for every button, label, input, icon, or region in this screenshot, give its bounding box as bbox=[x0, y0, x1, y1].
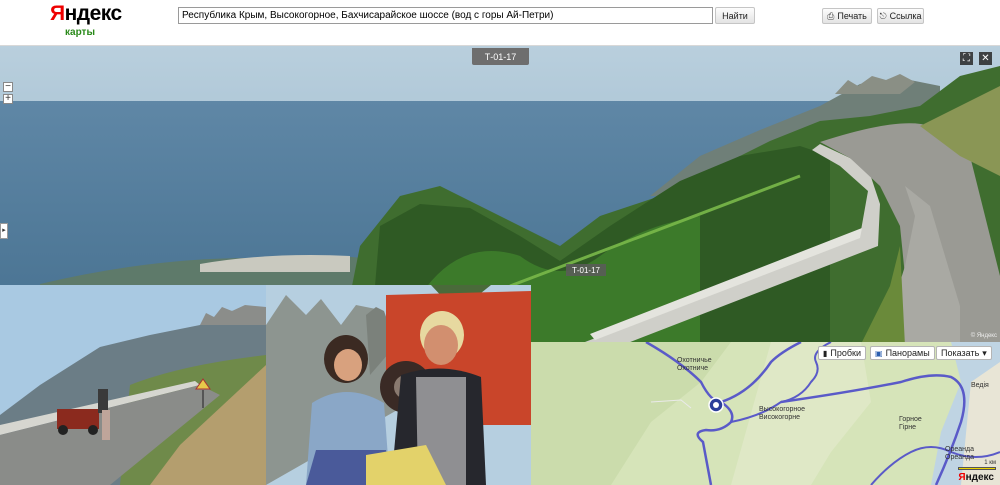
zoom-out-button[interactable]: − bbox=[3, 82, 13, 92]
movie-still-couple-image bbox=[266, 285, 531, 485]
panoramas-button-label: Панорамы bbox=[885, 348, 930, 358]
panorama-road-label[interactable]: Т-01-17 bbox=[566, 264, 606, 276]
logo-subtitle: карты bbox=[65, 27, 95, 38]
panorama-copyright: © Яндекс bbox=[970, 333, 997, 339]
print-button-label: Печать bbox=[837, 11, 867, 21]
map-label-vrezha: Ведія bbox=[971, 382, 989, 389]
find-button-label: Найти bbox=[722, 10, 748, 21]
mini-map[interactable]: ▮ Пробки ▣ Панорамы Показать ▾ Охотничье… bbox=[531, 342, 1000, 485]
movie-still-car bbox=[0, 285, 266, 485]
search-input[interactable] bbox=[178, 7, 713, 24]
find-button[interactable]: Найти bbox=[715, 7, 755, 24]
panoramas-button[interactable]: ▣ Панорамы bbox=[870, 346, 935, 360]
map-label-gornoe: Горное Гірне bbox=[899, 416, 922, 431]
print-button[interactable]: ⎙ Печать bbox=[822, 8, 872, 24]
yandex-logo[interactable]: Яндекс карты bbox=[50, 2, 122, 39]
traffic-button-label: Пробки bbox=[830, 348, 862, 358]
link-icon: ⎋ bbox=[879, 10, 887, 21]
panorama-road-label-top[interactable]: Т-01-17 bbox=[472, 48, 529, 65]
panorama-side-arrow[interactable]: ▸ bbox=[0, 223, 8, 239]
movie-still-car-image bbox=[0, 285, 266, 485]
show-button-label: Показать bbox=[941, 348, 980, 358]
logo-text: Яндекс bbox=[50, 2, 122, 25]
map-label-vysokogornoe: Высокогорное Високогорне bbox=[759, 406, 806, 421]
map-label-ohotniche: Охотничье Охотниче bbox=[677, 357, 712, 372]
panorama-icon: ▣ bbox=[875, 348, 883, 358]
map-scale-label: 1 км bbox=[984, 460, 996, 466]
link-button[interactable]: ⎋ Ссылка bbox=[877, 8, 924, 24]
close-icon[interactable]: ✕ bbox=[979, 52, 992, 65]
printer-icon: ⎙ bbox=[827, 10, 835, 21]
map-yandex-logo[interactable]: Яндекс bbox=[958, 472, 994, 483]
movie-still-couple bbox=[266, 285, 531, 485]
link-button-label: Ссылка bbox=[889, 11, 922, 21]
zoom-in-button[interactable]: + bbox=[3, 94, 13, 104]
traffic-button[interactable]: ▮ Пробки bbox=[818, 346, 867, 360]
expand-icon[interactable]: ⛶ bbox=[960, 52, 973, 65]
chevron-down-icon: ▾ bbox=[982, 347, 987, 358]
show-layers-button[interactable]: Показать ▾ bbox=[936, 346, 992, 360]
top-bar: Яндекс карты Найти ⎙ Печать ⎋ Ссылка bbox=[0, 0, 1000, 46]
map-scale-bar bbox=[958, 467, 996, 470]
map-scale: 1 км bbox=[958, 460, 996, 470]
traffic-icon: ▮ bbox=[823, 348, 828, 358]
